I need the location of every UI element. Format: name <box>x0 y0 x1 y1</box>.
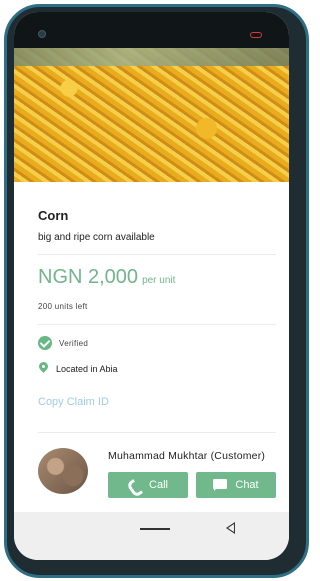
product-description: big and ripe corn available <box>38 232 155 243</box>
home-bar-icon[interactable] <box>140 528 170 530</box>
back-triangle-icon[interactable] <box>226 522 235 534</box>
check-circle-icon <box>38 336 52 350</box>
sensor-icon <box>250 32 262 38</box>
stock-count: 200 units left <box>38 302 88 311</box>
verified-label: Verified <box>59 338 89 348</box>
divider <box>38 324 276 325</box>
location-row: Located in Abia <box>38 362 118 376</box>
verified-row: Verified <box>38 336 88 350</box>
phone-icon <box>128 479 141 492</box>
divider <box>38 432 276 433</box>
product-image <box>14 48 289 182</box>
system-navigation-bar <box>14 512 289 560</box>
product-price: NGN 2,000 <box>38 266 139 288</box>
price-row: NGN 2,000 per unit <box>38 266 175 289</box>
call-button-label: Call <box>149 479 168 491</box>
front-camera-icon <box>38 30 46 38</box>
location-label: Located in Abia <box>56 364 118 374</box>
chat-button-label: Chat <box>235 479 259 491</box>
seller-avatar[interactable] <box>38 448 88 494</box>
seller-name: Muhammad Mukhtar (Customer) <box>108 450 266 462</box>
app-screen: Corn big and ripe corn available NGN 2,0… <box>14 12 289 560</box>
chat-bubble-icon <box>213 479 228 491</box>
status-bar <box>14 12 289 48</box>
divider <box>38 254 276 255</box>
price-unit: per unit <box>142 275 176 286</box>
map-pin-icon <box>38 362 49 376</box>
chat-button[interactable]: Chat <box>196 472 276 498</box>
copy-claim-id-link[interactable]: Copy Claim ID <box>38 396 109 408</box>
product-title: Corn <box>38 208 69 223</box>
call-button[interactable]: Call <box>108 472 188 498</box>
product-details: Corn big and ripe corn available NGN 2,0… <box>14 182 289 512</box>
